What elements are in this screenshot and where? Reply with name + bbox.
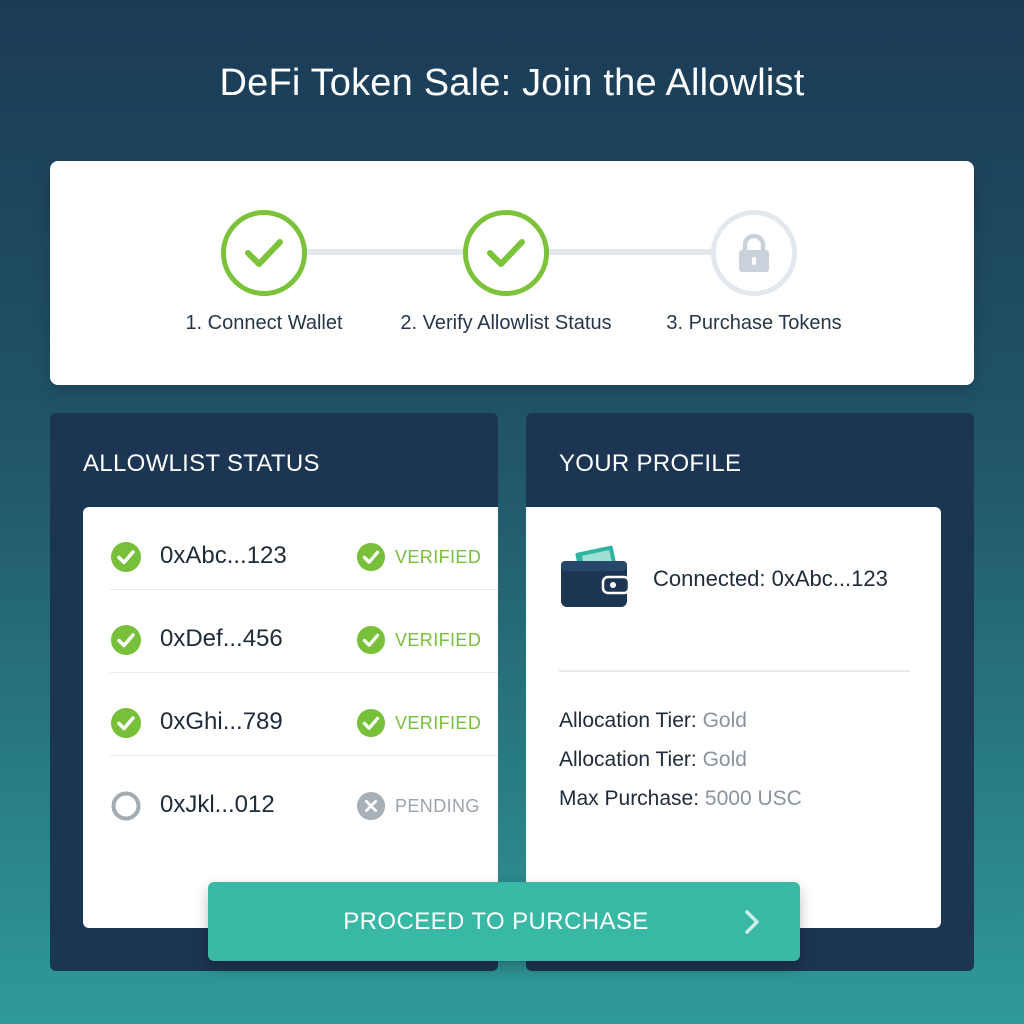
check-circle-icon [111,542,141,572]
cta-label: PROCEED TO PURCHASE [343,907,649,935]
chevron-right-icon [745,910,759,934]
status-label: VERIFIED [395,546,482,567]
progress-stepper: 1. Connect Wallet 2. Verify Allowlist St… [50,161,974,385]
allocation-tier-line: Allocation Tier: Gold [559,748,747,772]
connected-address: Connected: 0xAbc...123 [653,566,888,591]
divider [559,670,910,672]
check-circle-icon [356,625,386,655]
lock-icon [739,233,769,272]
x-circle-icon [356,791,386,821]
info-label: Allocation Tier: [559,709,703,732]
step-2-label: 2. Verify Allowlist Status [400,312,612,334]
wallet-address: 0xDef...456 [160,625,283,652]
list-item: 0xGhi...789 VERIFIED [110,673,498,756]
status-badge: VERIFIED [356,541,481,573]
info-value: Gold [702,709,747,732]
check-icon [245,239,283,267]
step-connector [306,249,470,255]
proceed-to-purchase-button[interactable]: PROCEED TO PURCHASE [208,882,800,961]
status-label: VERIFIED [395,629,482,650]
check-circle-icon [111,625,141,655]
max-purchase-line: Max Purchase: 5000 USC [559,787,802,811]
status-label: PENDING [395,795,480,816]
step-3-indicator [711,210,797,296]
list-item: 0xAbc...123 VERIFIED [110,507,498,590]
wallet-icon [561,545,629,607]
allocation-tier-line: Allocation Tier: Gold [559,709,747,733]
allowlist-heading: ALLOWLIST STATUS [83,450,320,477]
allowlist-list: 0xAbc...123 VERIFIED 0xDef...456 VERIFIE… [83,507,498,928]
info-value: Gold [702,748,747,771]
step-connector [548,249,716,255]
info-label: Max Purchase: [559,787,705,810]
wallet-address: 0xAbc...123 [160,542,287,569]
profile-card: Connected: 0xAbc...123 Allocation Tier: … [526,507,941,928]
wallet-address: 0xGhi...789 [160,708,283,735]
profile-heading: YOUR PROFILE [559,450,742,477]
check-icon [487,239,525,267]
step-1-label: 1. Connect Wallet [185,312,343,334]
info-value: 5000 USC [704,787,802,810]
status-badge: VERIFIED [356,707,481,739]
check-circle-icon [356,708,386,738]
empty-circle-icon [111,791,141,821]
status-label: VERIFIED [395,712,482,733]
list-item: 0xJkl...012 PENDING [110,756,498,839]
status-badge: VERIFIED [356,624,481,656]
info-label: Allocation Tier: [559,748,703,771]
status-badge: PENDING [356,790,480,822]
step-3-label: 3. Purchase Tokens [666,312,842,334]
check-circle-icon [111,708,141,738]
step-1-indicator [221,210,307,296]
check-circle-icon [356,542,386,572]
page-title: DeFi Token Sale: Join the Allowlist [219,62,805,104]
wallet-address: 0xJkl...012 [160,791,275,818]
list-item: 0xDef...456 VERIFIED [110,590,498,673]
step-2-indicator [463,210,549,296]
